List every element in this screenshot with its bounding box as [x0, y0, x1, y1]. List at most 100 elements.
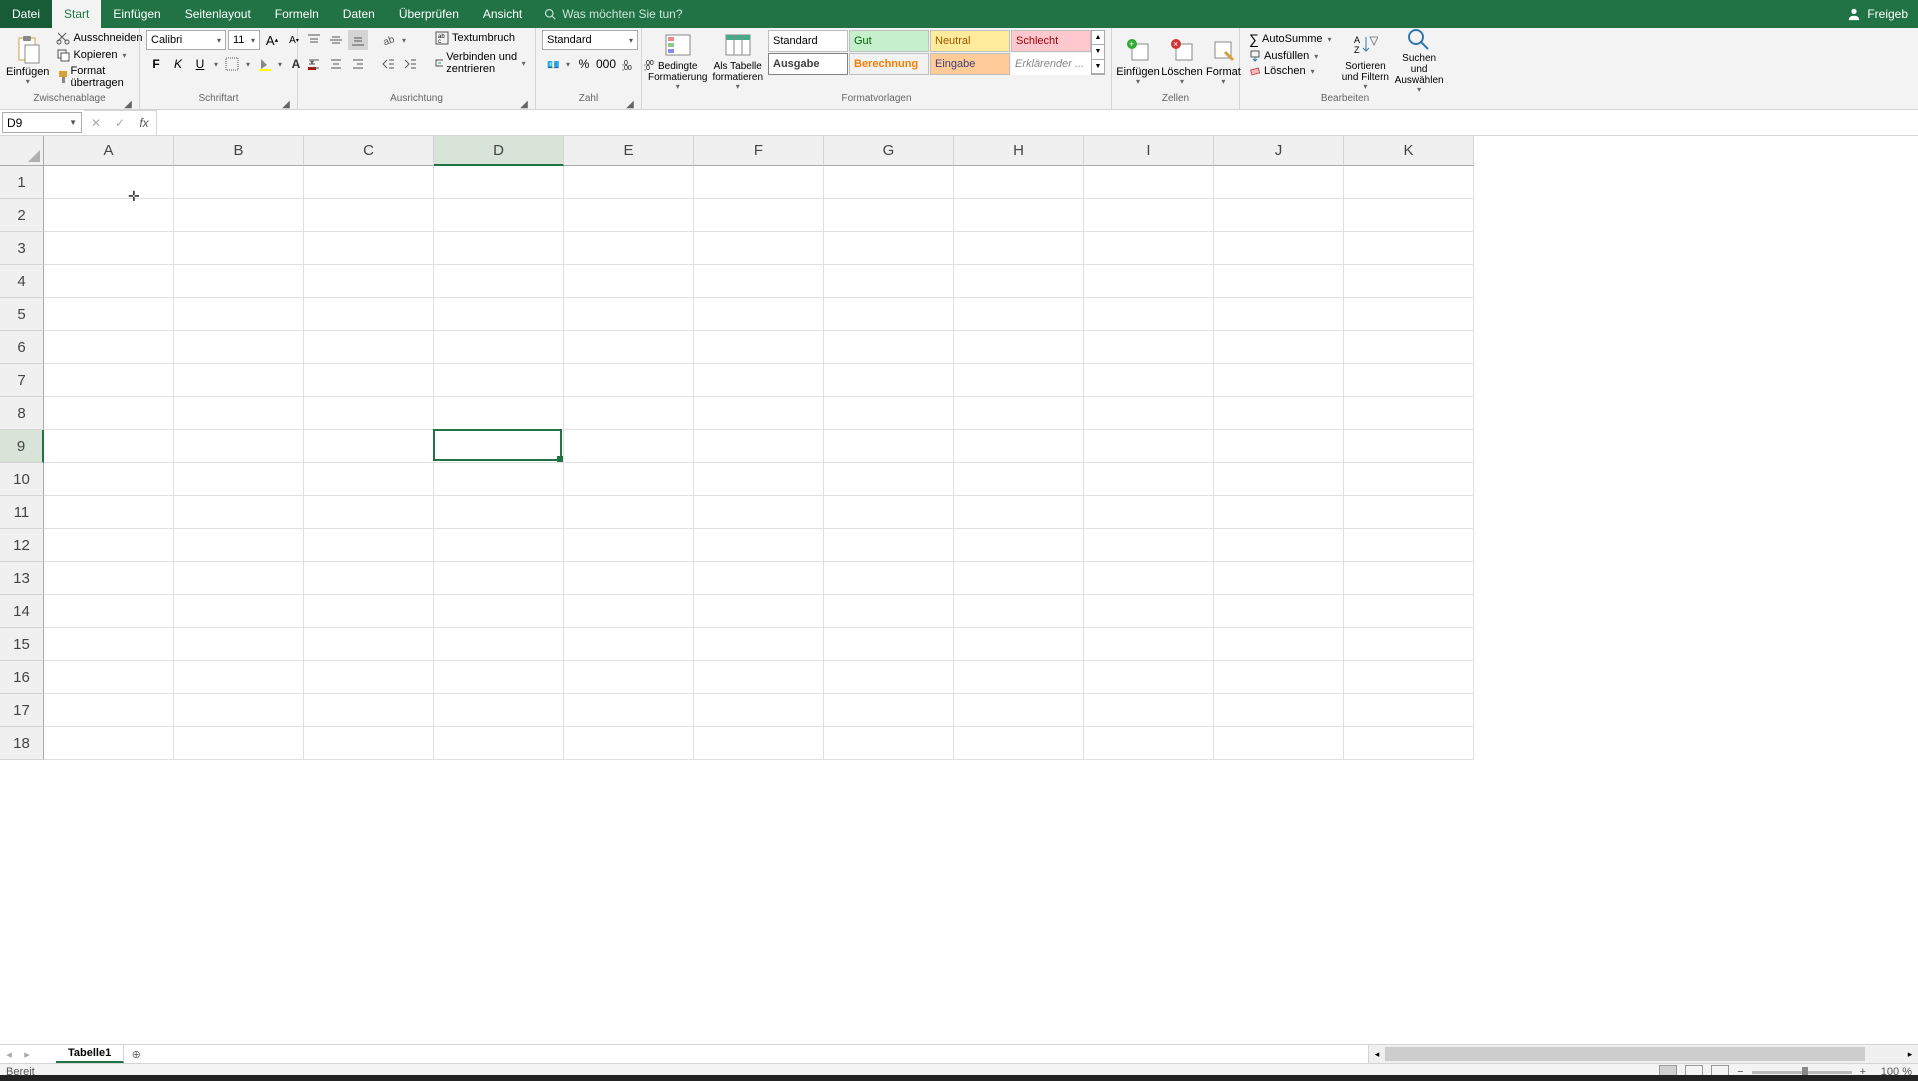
cell[interactable] — [1344, 265, 1474, 298]
cell[interactable] — [1214, 562, 1344, 595]
gallery-down-button[interactable]: ▼ — [1092, 45, 1104, 59]
cell[interactable] — [304, 595, 434, 628]
cell[interactable] — [564, 694, 694, 727]
percent-format-button[interactable]: % — [574, 54, 594, 74]
copy-button[interactable]: Kopieren ▾ — [53, 47, 145, 63]
cell[interactable] — [1344, 595, 1474, 628]
cell[interactable] — [824, 661, 954, 694]
row-header[interactable]: 14 — [0, 595, 44, 628]
align-bottom-button[interactable] — [348, 30, 368, 50]
cell[interactable] — [694, 661, 824, 694]
column-header[interactable]: F — [694, 136, 824, 166]
cell[interactable] — [1344, 694, 1474, 727]
cell[interactable] — [564, 661, 694, 694]
insert-function-button[interactable]: fx — [132, 116, 156, 130]
cell[interactable] — [44, 199, 174, 232]
cell[interactable] — [304, 496, 434, 529]
italic-button[interactable]: K — [168, 54, 188, 74]
row-header[interactable]: 15 — [0, 628, 44, 661]
cell[interactable] — [954, 331, 1084, 364]
number-format-combo[interactable]: Standard▾ — [542, 30, 638, 50]
row-header[interactable]: 5 — [0, 298, 44, 331]
cell[interactable] — [694, 529, 824, 562]
cell[interactable] — [434, 298, 564, 331]
fill-button[interactable]: Ausfüllen ▾ — [1246, 49, 1337, 63]
cell[interactable] — [824, 529, 954, 562]
row-header[interactable]: 8 — [0, 397, 44, 430]
orientation-button[interactable]: ab — [378, 30, 398, 50]
cell[interactable] — [44, 430, 174, 463]
cell[interactable] — [304, 562, 434, 595]
cell[interactable] — [824, 430, 954, 463]
column-header[interactable]: A — [44, 136, 174, 166]
row-header[interactable]: 13 — [0, 562, 44, 595]
cell[interactable] — [824, 595, 954, 628]
cell[interactable] — [564, 463, 694, 496]
cell[interactable] — [564, 529, 694, 562]
chevron-down-icon[interactable]: ▼ — [69, 118, 77, 127]
cell[interactable] — [694, 331, 824, 364]
column-header[interactable]: G — [824, 136, 954, 166]
cell[interactable] — [1084, 595, 1214, 628]
cell[interactable] — [1084, 265, 1214, 298]
cell[interactable] — [954, 166, 1084, 199]
cell[interactable] — [174, 562, 304, 595]
cell[interactable] — [824, 562, 954, 595]
gallery-up-button[interactable]: ▲ — [1092, 31, 1104, 45]
font-size-combo[interactable]: 11▾ — [228, 30, 260, 50]
borders-button[interactable] — [222, 54, 242, 74]
row-header[interactable]: 16 — [0, 661, 44, 694]
cell[interactable] — [694, 694, 824, 727]
cell[interactable] — [434, 595, 564, 628]
sheet-tab[interactable]: Tabelle1 — [56, 1045, 124, 1063]
gallery-more-button[interactable]: ▼ — [1092, 60, 1104, 74]
tab-formulas[interactable]: Formeln — [263, 0, 331, 28]
cell[interactable] — [564, 628, 694, 661]
cell[interactable] — [1214, 166, 1344, 199]
formula-input[interactable] — [156, 110, 1918, 135]
cell[interactable] — [954, 364, 1084, 397]
wrap-text-button[interactable]: abc Textumbruch — [432, 30, 529, 46]
cell[interactable] — [174, 166, 304, 199]
cell[interactable] — [174, 265, 304, 298]
cell[interactable] — [694, 628, 824, 661]
horizontal-scrollbar[interactable]: ◂ ▸ — [1368, 1045, 1918, 1063]
tab-pagelayout[interactable]: Seitenlayout — [173, 0, 263, 28]
cell[interactable] — [174, 331, 304, 364]
dialog-launcher-icon[interactable]: ◢ — [625, 99, 635, 109]
cell[interactable] — [434, 430, 564, 463]
merge-center-button[interactable]: Verbinden und zentrieren ▾ — [432, 50, 529, 76]
cell[interactable] — [44, 562, 174, 595]
cell[interactable] — [304, 694, 434, 727]
cell[interactable] — [44, 232, 174, 265]
cell[interactable] — [954, 727, 1084, 760]
cell[interactable] — [304, 463, 434, 496]
cell[interactable] — [1084, 331, 1214, 364]
font-name-combo[interactable]: Calibri▾ — [146, 30, 226, 50]
cell[interactable] — [564, 364, 694, 397]
cell[interactable] — [954, 595, 1084, 628]
cell[interactable] — [1214, 529, 1344, 562]
row-header[interactable]: 11 — [0, 496, 44, 529]
cell-style-explanatory[interactable]: Erklärender ... — [1011, 53, 1091, 75]
cell[interactable] — [1344, 562, 1474, 595]
cell[interactable] — [1344, 463, 1474, 496]
cell[interactable] — [434, 694, 564, 727]
underline-button[interactable]: U — [190, 54, 210, 74]
cell[interactable] — [824, 727, 954, 760]
cell[interactable] — [694, 595, 824, 628]
dialog-launcher-icon[interactable]: ◢ — [281, 99, 291, 109]
tab-view[interactable]: Ansicht — [471, 0, 534, 28]
cell[interactable] — [44, 463, 174, 496]
cell[interactable] — [44, 727, 174, 760]
cell[interactable] — [564, 265, 694, 298]
column-header[interactable]: H — [954, 136, 1084, 166]
cell[interactable] — [694, 430, 824, 463]
cell[interactable] — [1084, 562, 1214, 595]
cell[interactable] — [824, 496, 954, 529]
cell[interactable] — [304, 265, 434, 298]
row-header[interactable]: 4 — [0, 265, 44, 298]
tell-me-search[interactable]: Was möchten Sie tun? — [544, 0, 682, 28]
row-header[interactable]: 6 — [0, 331, 44, 364]
tab-data[interactable]: Daten — [331, 0, 387, 28]
